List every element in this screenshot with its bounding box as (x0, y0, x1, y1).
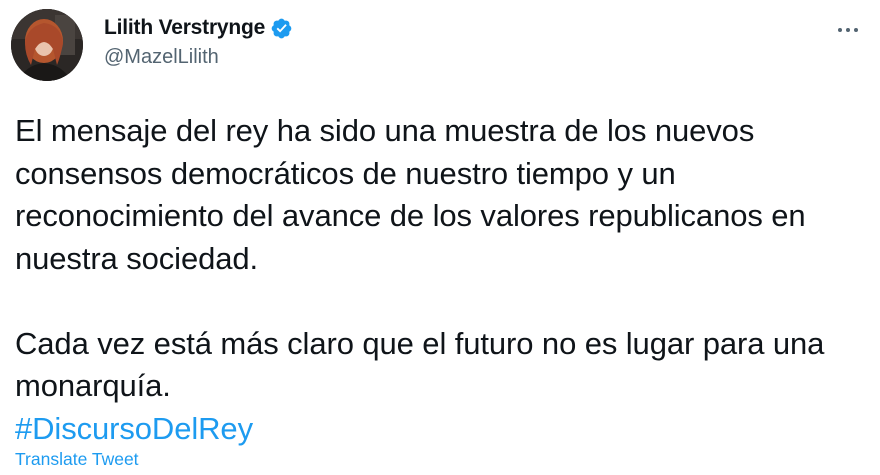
profile-photo-icon (11, 9, 83, 81)
tweet-card: Lilith Verstrynge @MazelLilith El mensaj… (0, 0, 880, 475)
author-display-name[interactable]: Lilith Verstrynge (104, 16, 265, 40)
hashtag-link[interactable]: #DiscursoDelRey (15, 411, 253, 446)
translate-tweet-link[interactable]: Translate Tweet (15, 449, 139, 470)
verified-badge-icon (270, 17, 293, 40)
more-options-icon (838, 28, 842, 32)
tweet-text: El mensaje del rey ha sido una muestra d… (15, 110, 865, 450)
author-handle[interactable]: @MazelLilith (104, 46, 293, 69)
more-options-icon (854, 28, 858, 32)
tweet-paragraph: El mensaje del rey ha sido una muestra d… (15, 113, 806, 276)
name-row: Lilith Verstrynge (104, 14, 293, 42)
more-options-icon (846, 28, 850, 32)
more-options-button[interactable] (828, 16, 868, 44)
tweet-paragraph: Cada vez está más claro que el futuro no… (15, 325, 825, 404)
avatar[interactable] (11, 9, 83, 81)
tweet-header: Lilith Verstrynge @MazelLilith (104, 14, 293, 69)
